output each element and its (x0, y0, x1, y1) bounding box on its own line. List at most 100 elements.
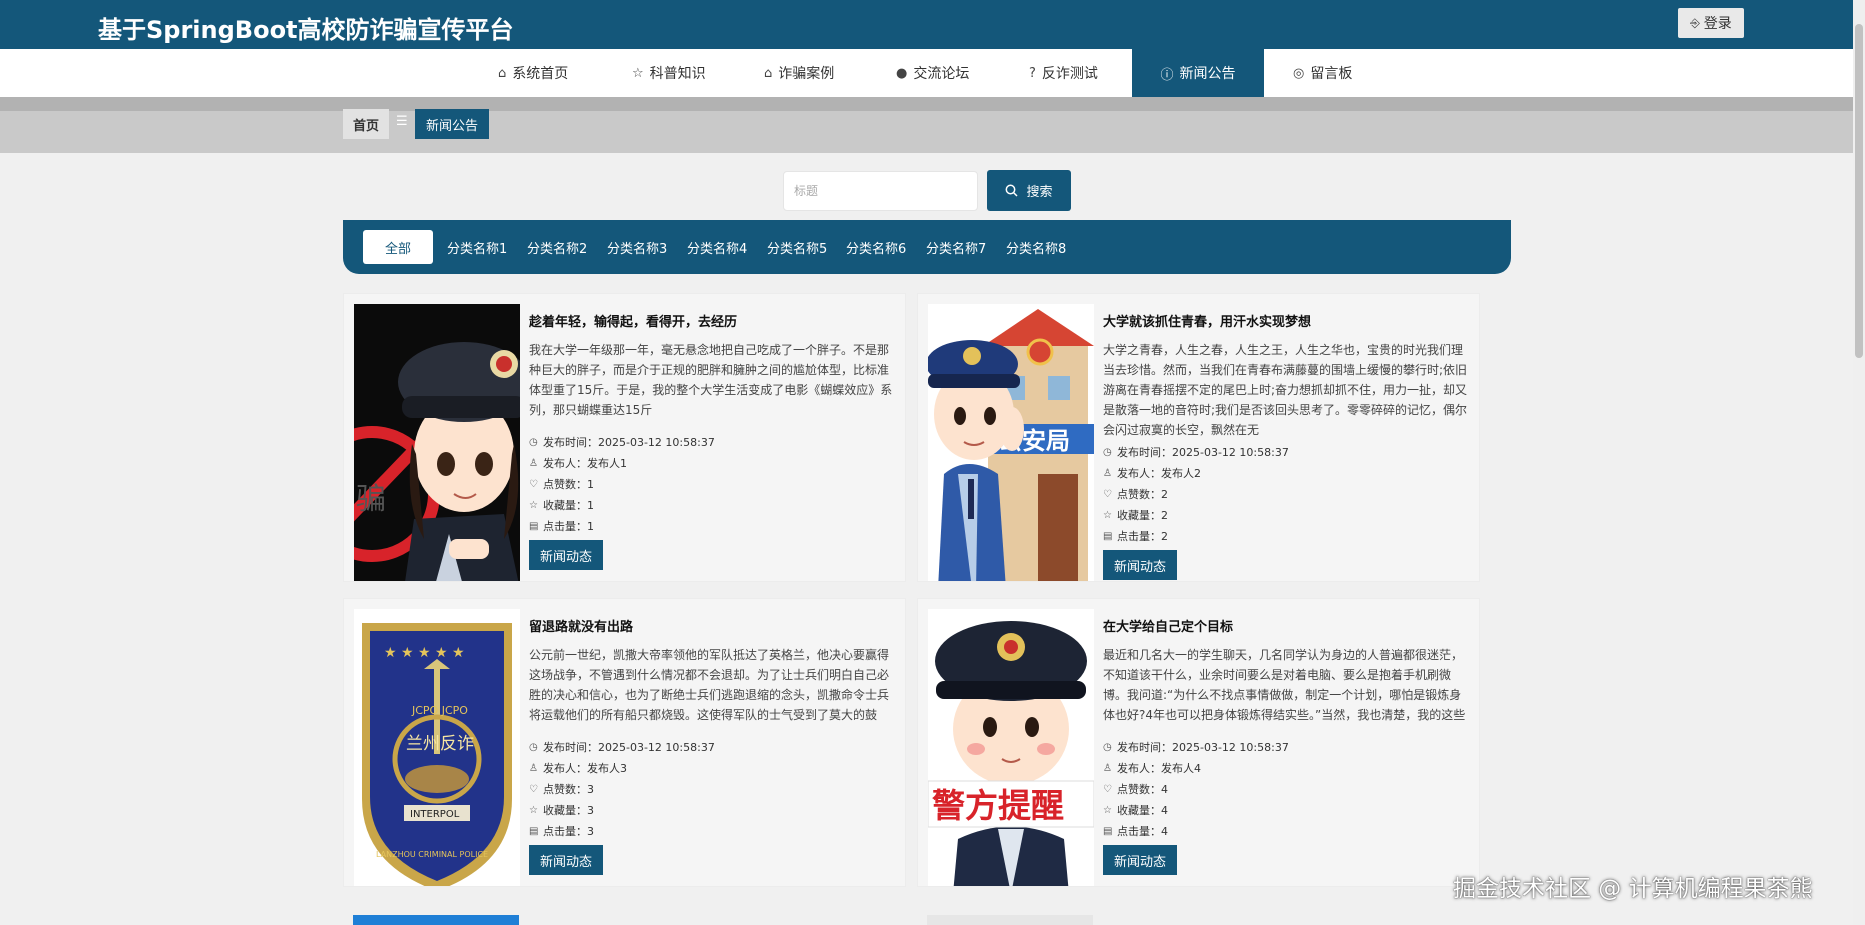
star-icon: ☆ (529, 499, 538, 511)
news-card[interactable]: ★ ★ ★ ★ ★ JCPO JCPO 兰州反诈 INTERPOL LANZHO… (343, 598, 906, 887)
clock-icon: ◷ (1103, 446, 1112, 458)
nav-item-label: 科普知识 (649, 66, 706, 82)
news-clicks: ▤ 点击量：2 (1103, 528, 1168, 544)
news-favorites: ☆ 收藏量：1 (529, 497, 594, 513)
breadcrumb-separator-icon: ☰ (396, 114, 408, 129)
news-likes: ♡ 点赞数：4 (1103, 781, 1168, 797)
thumbs-up-icon: ♡ (1103, 488, 1112, 500)
news-category-tag[interactable]: 新闻动态 (529, 845, 603, 875)
scrollbar-thumb[interactable] (1855, 24, 1863, 358)
nav-item-quiz[interactable]: ? 反诈测试 (1029, 49, 1098, 97)
news-clicks: ▤ 点击量：3 (529, 823, 594, 839)
next-card-peek (353, 915, 519, 925)
meta-text: 点击量：4 (1117, 825, 1168, 838)
news-excerpt: 我在大学一年级那一年，毫无悬念地把自己吃成了一个胖子。不是那种巨大的胖子，而是介… (529, 343, 893, 417)
document-icon: ▤ (1103, 530, 1113, 542)
nav-item-label: 反诈测试 (1041, 66, 1098, 82)
news-likes: ♡ 点赞数：2 (1103, 486, 1168, 502)
meta-text: 点击量：3 (543, 825, 594, 838)
news-publish-time: ◷ 发布时间：2025-03-12 10:58:37 (529, 434, 715, 450)
nav-item-news[interactable]: ⓘ 新闻公告 (1132, 49, 1264, 97)
search-button[interactable]: 搜索 (987, 170, 1071, 211)
news-card[interactable]: 公安局 大学就该抓住青春，用汗水实现梦想 大学之青春，人生之春，人生之王，人生之… (917, 293, 1480, 582)
target-icon: ◎ (1293, 65, 1305, 81)
clock-icon: ◷ (529, 436, 538, 448)
news-author: ♙ 发布人：发布人3 (529, 760, 627, 776)
document-icon: ▤ (1103, 825, 1113, 837)
news-likes: ♡ 点赞数：3 (529, 781, 594, 797)
category-item[interactable]: 分类名称7 (926, 220, 986, 274)
nav-item-label: 留言板 (1310, 66, 1353, 82)
news-thumbnail[interactable]: 警方提醒 (928, 609, 1094, 886)
badge-bottom-text: LANZHOU CRIMINAL POLICE (376, 850, 488, 859)
document-icon: ▤ (529, 520, 539, 532)
news-publish-time: ◷ 发布时间：2025-03-12 10:58:37 (1103, 739, 1289, 755)
nav-item-label: 系统首页 (512, 66, 569, 82)
news-thumbnail[interactable]: 骗 (354, 304, 520, 581)
thumbs-up-icon: ♡ (529, 783, 538, 795)
category-item[interactable]: 分类名称3 (607, 220, 667, 274)
news-category-tag[interactable]: 新闻动态 (1103, 550, 1177, 580)
meta-text: 发布时间：2025-03-12 10:58:37 (543, 436, 715, 449)
category-item[interactable]: 分类名称5 (767, 220, 827, 274)
news-author: ♙ 发布人：发布人4 (1103, 760, 1201, 776)
nav-item-science[interactable]: ☆ 科普知识 (632, 49, 706, 97)
news-title[interactable]: 大学就该抓住青春，用汗水实现梦想 (1103, 311, 1311, 330)
question-icon: ? (1029, 65, 1036, 81)
nav-item-guestbook[interactable]: ◎ 留言板 (1293, 49, 1352, 97)
badge-top-text: JCPO JCPO (411, 704, 468, 717)
banner (0, 97, 1865, 153)
next-card-peek (927, 915, 1093, 925)
main-nav: ⌂ 系统首页 ☆ 科普知识 ⌂ 诈骗案例 ● 交流论坛 ? 反诈测试 ⓘ 新闻公… (0, 49, 1865, 97)
category-item[interactable]: 分类名称8 (1006, 220, 1066, 274)
nav-item-forum[interactable]: ● 交流论坛 (896, 49, 969, 97)
login-button[interactable]: ⎆ 登录 (1678, 8, 1744, 38)
nav-item-label: 交流论坛 (913, 66, 970, 82)
star-icon: ☆ (632, 65, 644, 81)
category-item[interactable]: 分类名称6 (846, 220, 906, 274)
news-category-tag[interactable]: 新闻动态 (529, 540, 603, 570)
news-thumbnail[interactable]: ★ ★ ★ ★ ★ JCPO JCPO 兰州反诈 INTERPOL LANZHO… (354, 609, 520, 886)
star-icon: ☆ (1103, 509, 1112, 521)
meta-text: 发布人：发布人2 (1117, 467, 1201, 480)
meta-text: 收藏量：3 (543, 804, 594, 817)
site-title: 基于SpringBoot高校防诈骗宣传平台 (98, 16, 514, 44)
search-button-label: 搜索 (1026, 185, 1053, 200)
category-all[interactable]: 全部 (363, 230, 433, 264)
clock-icon: ◷ (529, 741, 538, 753)
category-item[interactable]: 分类名称4 (687, 220, 747, 274)
news-thumbnail[interactable]: 公安局 (928, 304, 1094, 581)
meta-text: 发布人：发布人1 (543, 457, 627, 470)
news-clicks: ▤ 点击量：4 (1103, 823, 1168, 839)
fraud-sign-text: 骗 (356, 482, 386, 517)
news-title[interactable]: 留退路就没有出路 (529, 616, 633, 635)
nav-item-label: 新闻公告 (1179, 66, 1236, 82)
news-favorites: ☆ 收藏量：4 (1103, 802, 1168, 818)
page-scrollbar[interactable] (1853, 0, 1865, 925)
star-icon: ☆ (1103, 804, 1112, 816)
alert-icon: ● (896, 65, 908, 81)
star-icon: ☆ (529, 804, 538, 816)
category-item[interactable]: 分类名称2 (527, 220, 587, 274)
nav-item-home[interactable]: ⌂ 系统首页 (498, 49, 568, 97)
news-favorites: ☆ 收藏量：2 (1103, 507, 1168, 523)
news-category-tag[interactable]: 新闻动态 (1103, 845, 1177, 875)
search-input[interactable] (783, 171, 978, 211)
news-title[interactable]: 在大学给自己定个目标 (1103, 616, 1233, 635)
meta-text: 发布时间：2025-03-12 10:58:37 (1117, 741, 1289, 754)
meta-text: 点赞数：4 (1117, 783, 1168, 796)
news-excerpt: 公元前一世纪，凯撒大帝率领他的军队抵达了英格兰，他决心要赢得这场战争，不管遇到什… (529, 648, 890, 722)
user-icon: ♙ (1103, 762, 1112, 774)
thumbs-up-icon: ♡ (529, 478, 538, 490)
nav-item-fraud-cases[interactable]: ⌂ 诈骗案例 (764, 49, 834, 97)
info-icon: ⓘ (1160, 67, 1174, 83)
breadcrumb-home[interactable]: 首页 (343, 109, 389, 139)
category-item[interactable]: 分类名称1 (447, 220, 507, 274)
meta-text: 收藏量：4 (1117, 804, 1168, 817)
news-title[interactable]: 趁着年轻，输得起，看得开，去经历 (529, 311, 737, 330)
news-card[interactable]: 警方提醒 在大学给自己定个目标 最近和几名大一的学生聊天，几名同学认为身边的人普… (917, 598, 1480, 887)
news-publish-time: ◷ 发布时间：2025-03-12 10:58:37 (529, 739, 715, 755)
news-card[interactable]: 骗 趁着年轻，输得起，看得开，去经历 我在大学一年级那一年，毫无悬念地把自己吃成… (343, 293, 906, 582)
search-icon (1006, 184, 1019, 197)
news-author: ♙ 发布人：发布人2 (1103, 465, 1201, 481)
